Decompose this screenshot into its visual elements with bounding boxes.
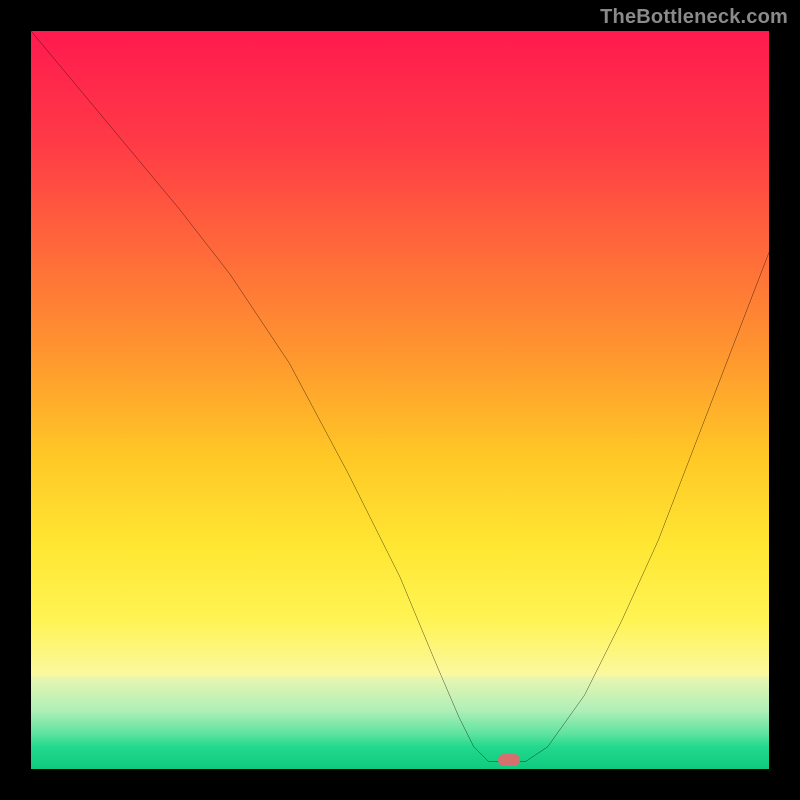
curve-line [31,31,769,762]
optimum-marker [498,754,520,766]
bottleneck-curve [31,31,769,769]
watermark-text: TheBottleneck.com [600,6,788,29]
chart-container: TheBottleneck.com [0,0,800,800]
plot-area [31,31,769,769]
